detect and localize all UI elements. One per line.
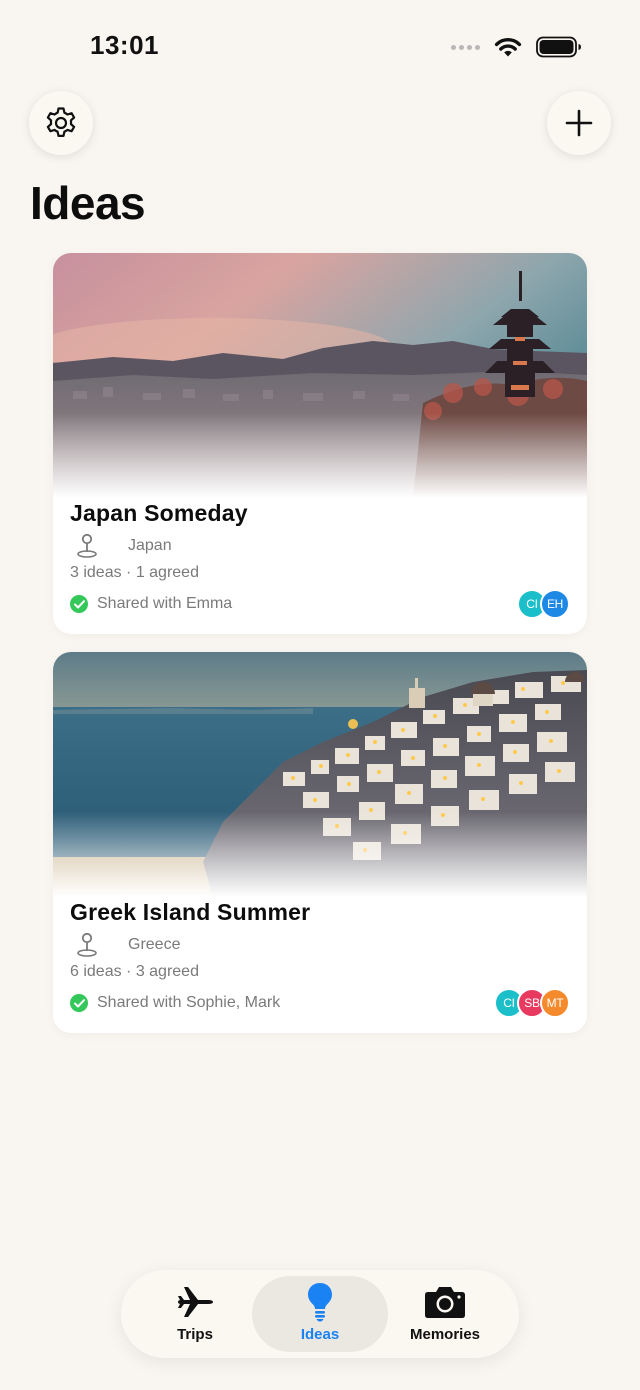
card-location-label: Greece (128, 936, 181, 953)
avatar: MT (540, 988, 570, 1018)
card-title: Japan Someday (70, 500, 248, 526)
card-shared-label: Shared with Sophie, Mark (97, 994, 281, 1011)
cellular-signal-icon (451, 44, 480, 50)
lightbulb-icon (308, 1283, 332, 1322)
tab-memories-label: Memories (409, 1326, 481, 1343)
airplane-icon (178, 1287, 213, 1317)
card-shared-status: Shared with Sophie, Mark (70, 994, 280, 1012)
wifi-icon (494, 38, 522, 57)
status-indicators (451, 36, 582, 58)
card-cover-image (53, 253, 587, 498)
card-title: Greek Island Summer (70, 899, 311, 925)
tab-trips-label: Trips (177, 1326, 213, 1343)
idea-card-japan-someday[interactable]: Japan Someday Japan 3 ideas · 1 agreed S… (53, 253, 587, 634)
tab-memories[interactable]: Memories (381, 1276, 509, 1352)
tab-ideas[interactable]: Ideas (252, 1276, 388, 1352)
plus-icon (565, 109, 593, 137)
gear-icon (46, 107, 76, 137)
collaborator-avatars: CI EH (517, 589, 570, 619)
card-shared-status: Shared with Emma (70, 595, 232, 613)
tab-trips[interactable]: Trips (131, 1276, 259, 1352)
status-time: 13:01 (90, 30, 159, 60)
add-button[interactable] (547, 91, 611, 155)
avatar: EH (540, 589, 570, 619)
card-shared-label: Shared with Emma (97, 595, 233, 612)
card-location: Japan (75, 533, 172, 559)
tab-bar: Trips Ideas Memories (121, 1270, 519, 1358)
camera-icon (425, 1287, 465, 1318)
checkmark-icon (70, 595, 88, 613)
checkmark-icon (70, 994, 88, 1012)
card-meta: 6 ideas · 3 agreed (70, 963, 199, 980)
status-bar: 13:01 (0, 0, 640, 96)
map-pin-icon (77, 533, 97, 558)
card-meta: 3 ideas · 1 agreed (70, 564, 199, 581)
card-location-label: Japan (128, 537, 172, 554)
idea-card-greek-island-summer[interactable]: Greek Island Summer Greece 6 ideas · 3 a… (53, 652, 587, 1033)
tab-ideas-label: Ideas (300, 1326, 340, 1343)
card-location: Greece (75, 932, 180, 958)
battery-icon (536, 36, 581, 58)
page-title: Ideas (30, 177, 146, 229)
map-pin-icon (77, 932, 97, 957)
collaborator-avatars: CI SB MT (494, 988, 570, 1018)
card-cover-image (53, 652, 587, 897)
settings-button[interactable] (29, 91, 93, 155)
